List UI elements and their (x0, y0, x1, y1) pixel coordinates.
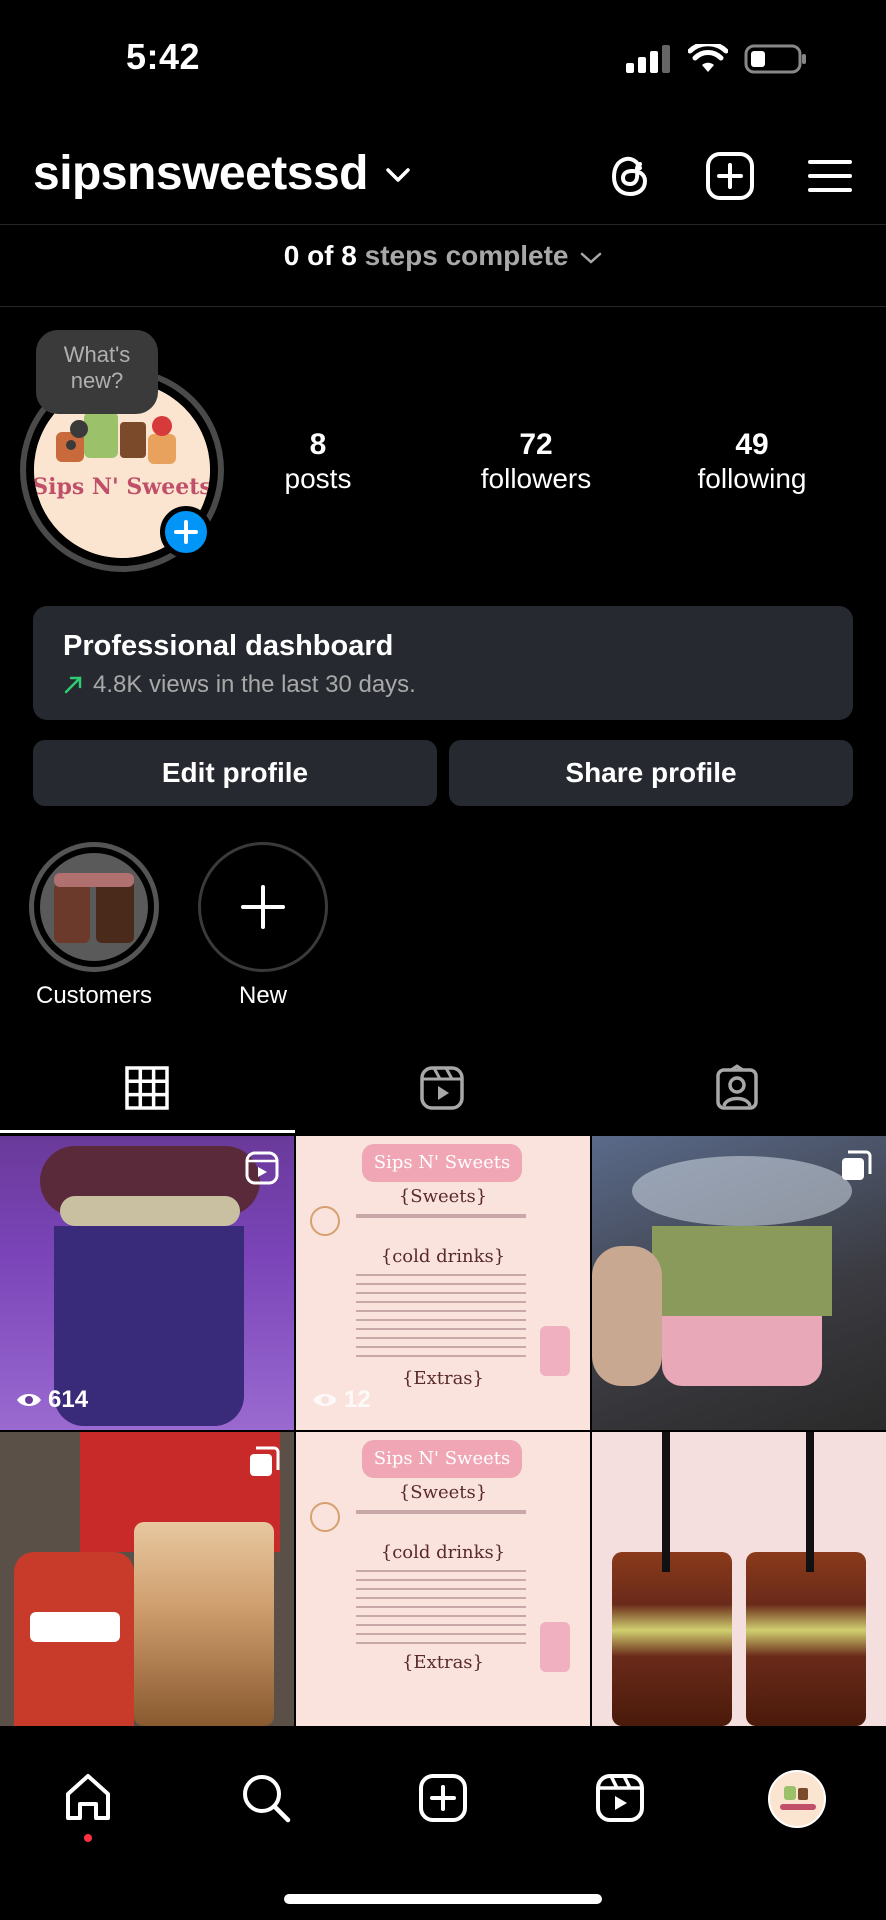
highlight-label: New (238, 982, 287, 1009)
stat-label: following (697, 463, 807, 494)
profile-avatar-tab[interactable] (768, 1770, 826, 1828)
post-thumbnail[interactable] (0, 1432, 294, 1726)
dashboard-subtitle: 4.8K views in the last 30 days. (63, 671, 823, 699)
post-views: 614 (16, 1386, 88, 1414)
post-views-count: 12 (344, 1386, 371, 1413)
reels-icon[interactable] (592, 1770, 648, 1826)
post-thumbnail[interactable] (592, 1136, 886, 1430)
menu-title: Sips N' Sweets (362, 1144, 522, 1182)
steps-count: 0 of 8 (283, 240, 357, 271)
menu-title: Sips N' Sweets (362, 1440, 522, 1478)
dashboard-title: Professional dashboard (63, 630, 394, 662)
highlight-new[interactable] (198, 842, 328, 972)
highlight-label: Customers (35, 982, 153, 1009)
post-thumbnail[interactable]: Sips N' Sweets {Sweets} {cold drinks} {E… (296, 1136, 590, 1430)
post-thumbnail[interactable]: Sips N' Sweets {Sweets} {cold drinks} {E… (296, 1432, 590, 1726)
highlight-cover (40, 853, 148, 961)
chevron-down-icon[interactable] (385, 166, 411, 184)
post-views-count: 614 (48, 1386, 89, 1413)
active-tab-indicator (0, 1130, 295, 1133)
whats-new-bubble[interactable]: What's new? (36, 330, 158, 414)
create-icon[interactable] (415, 1770, 471, 1826)
bottom-nav (0, 1748, 886, 1920)
reels-tab-icon[interactable] (418, 1064, 466, 1112)
stat-value: 8 (309, 428, 327, 461)
home-indicator (284, 1894, 602, 1904)
stat-value: 49 (735, 428, 769, 461)
home-icon[interactable] (60, 1770, 116, 1826)
trend-up-icon (64, 676, 82, 694)
stat-value: 72 (519, 428, 553, 461)
reel-badge-icon (245, 1151, 279, 1185)
post-thumbnail[interactable] (592, 1432, 886, 1726)
carousel-icon (250, 1446, 280, 1476)
status-bar: 5:42 (0, 0, 886, 120)
threads-icon[interactable] (604, 150, 656, 202)
bubble-tail (66, 440, 76, 450)
menu-icon[interactable] (804, 150, 856, 202)
menu-section: {Sweets} (398, 1186, 488, 1207)
notification-dot (84, 1834, 92, 1842)
menu-section: {cold drinks} (380, 1542, 506, 1563)
battery-icon (744, 44, 806, 74)
chevron-down-icon (581, 252, 602, 264)
plus-icon (174, 520, 198, 544)
stat-label: posts (284, 463, 352, 494)
dashboard-views: 4.8K views in the last 30 days. (93, 671, 416, 698)
add-story-button[interactable] (160, 506, 212, 558)
post-grid: 614 Sips N' Sweets {Sweets} {cold drinks… (0, 1136, 886, 1748)
post-views: 12 (312, 1386, 371, 1414)
divider (0, 306, 886, 307)
stat-following[interactable]: 49 following (678, 428, 826, 496)
stat-followers[interactable]: 72 followers (458, 428, 614, 496)
menu-section: {cold drinks} (380, 1246, 506, 1267)
steps-label: steps complete (364, 240, 569, 271)
search-icon[interactable] (238, 1770, 294, 1826)
professional-dashboard[interactable]: Professional dashboard 4.8K views in the… (33, 606, 853, 720)
plus-icon (241, 885, 285, 929)
carousel-icon (842, 1150, 872, 1180)
steps-progress[interactable]: 0 of 8 steps complete (0, 240, 886, 272)
status-icons (624, 44, 808, 74)
avatar-brand-text: Sips N' Sweets (34, 474, 210, 500)
eye-icon (313, 1394, 337, 1406)
status-time: 5:42 (126, 36, 201, 77)
share-profile-button[interactable]: Share profile (449, 740, 853, 806)
menu-card: Sips N' Sweets {Sweets} {cold drinks} {E… (296, 1432, 590, 1726)
eye-icon (17, 1394, 41, 1406)
edit-profile-button[interactable]: Edit profile (33, 740, 437, 806)
post-thumbnail[interactable]: 614 (0, 1136, 294, 1430)
signal-icon (626, 45, 670, 73)
wifi-icon (688, 44, 728, 72)
menu-section: {Sweets} (398, 1482, 488, 1503)
highlight-customers[interactable] (29, 842, 159, 972)
menu-section: {Extras} (401, 1652, 484, 1673)
divider (0, 224, 886, 225)
bubble-tail (70, 420, 88, 438)
stat-label: followers (480, 463, 592, 494)
create-post-icon[interactable] (704, 150, 756, 202)
profile-header: sipsnsweetssd (0, 140, 886, 224)
stat-posts[interactable]: 8 posts (258, 428, 378, 496)
grid-tab-icon[interactable] (123, 1064, 171, 1112)
username[interactable]: sipsnsweetssd (33, 146, 368, 201)
tagged-tab-icon[interactable] (713, 1064, 761, 1112)
